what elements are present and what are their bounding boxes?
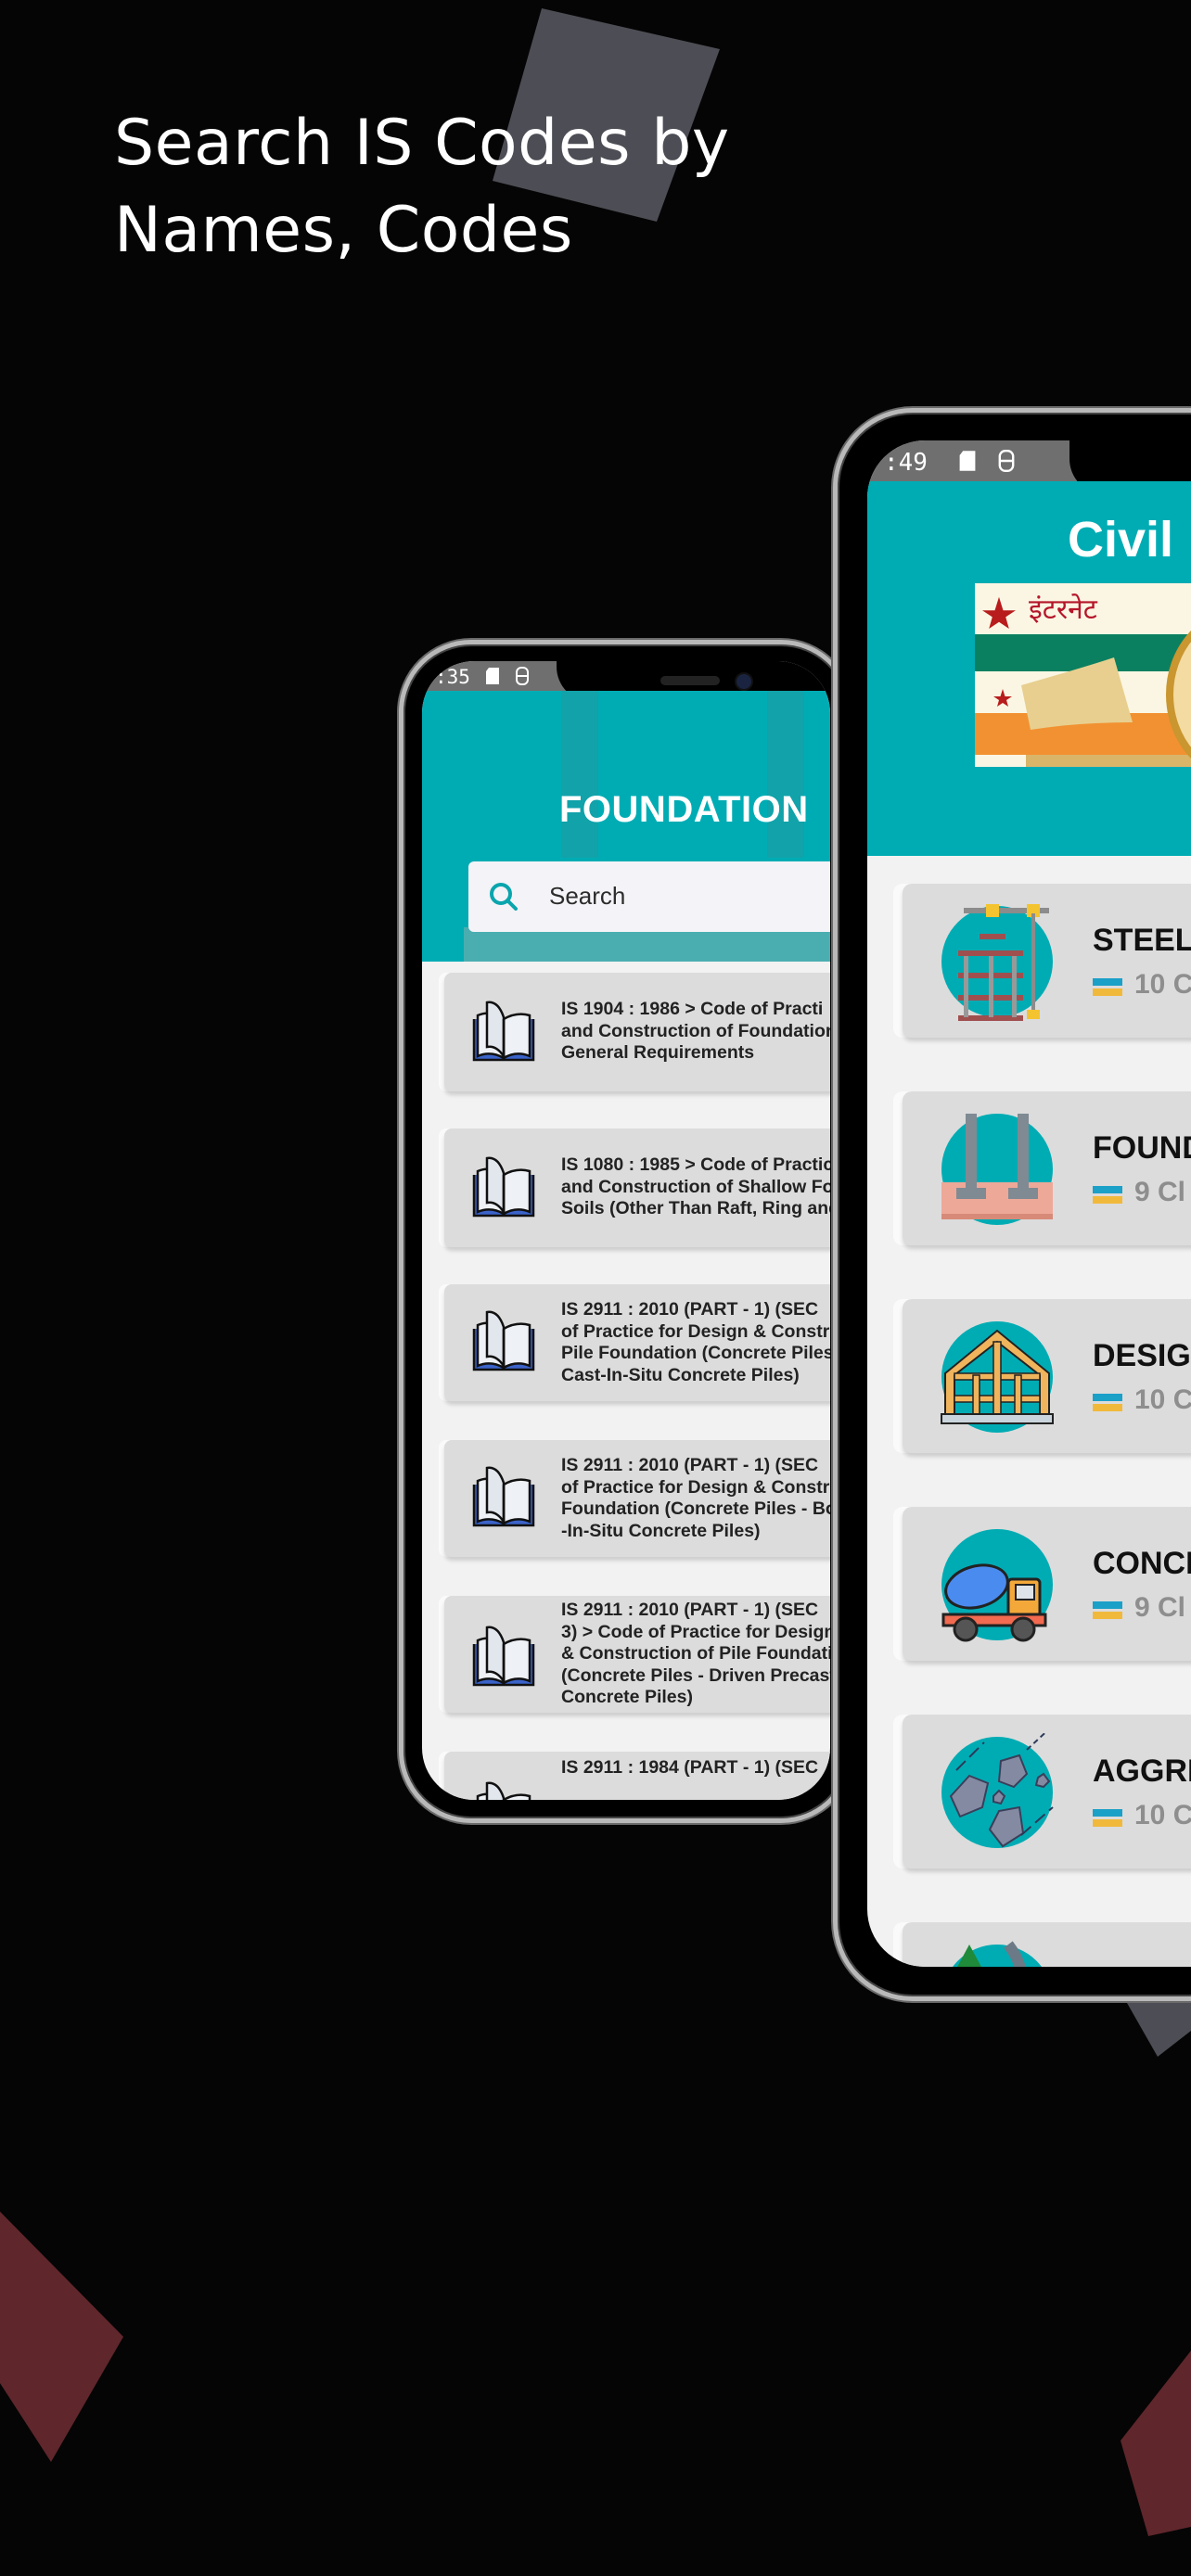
aggregate-stones-icon	[941, 1733, 1054, 1848]
phone-mockup-foundation: :35 FOUNDATION Search IS 1904: 1986 > C…	[399, 640, 853, 1823]
sim-icon	[515, 667, 530, 690]
foundation-icon	[941, 1114, 1053, 1225]
list-item[interactable]: IS 2911 : 1984 (PART - 1) (SEC	[444, 1752, 830, 1800]
book-icon	[472, 1156, 535, 1218]
chapters-icon	[1093, 978, 1122, 996]
road-icon	[953, 1941, 1042, 1967]
concrete-mixer-truck-icon	[941, 1529, 1053, 1642]
phone-mockup-home: :49 Civil इंटरनेट STEEL 10 C FOUN 9 Cl D…	[833, 408, 1191, 2001]
speaker	[660, 676, 720, 685]
search-placeholder: Search	[549, 882, 626, 910]
category-count: 9 Cl	[1134, 1177, 1186, 1207]
book-icon	[472, 1781, 535, 1800]
foundation-screen: :35 FOUNDATION Search IS 1904: 1986 > C…	[422, 661, 830, 1800]
category-name: STEEL	[1093, 923, 1191, 958]
code-title: IS 2911 : 2010 (PART - 1) (SEC 3) > Code…	[561, 1600, 830, 1707]
foundation-header: FOUNDATION Search	[422, 691, 830, 962]
deco-shape-red-left	[0, 2212, 123, 2462]
camera	[735, 672, 753, 691]
code-title: IS 2911 : 2010 (PART - 1) (SEC of Practi…	[561, 1455, 830, 1541]
sd-card-icon	[485, 667, 500, 690]
page-title: FOUNDATION	[559, 789, 809, 830]
code-title: IS 2911 : 2010 (PART - 1) (SEC of Practi…	[561, 1299, 830, 1385]
sd-card-icon	[958, 450, 977, 477]
book-icon	[472, 1466, 535, 1527]
category-item-aggregate[interactable]: AGGRE 10 C	[903, 1715, 1191, 1868]
category-count: 10 C	[1134, 1384, 1191, 1415]
status-time: :49	[884, 449, 928, 477]
code-title: IS 1904 : 1986 > Code of Practi and Cons…	[561, 999, 830, 1063]
header-bg-column	[767, 691, 804, 858]
category-item-steel[interactable]: STEEL 10 C	[903, 884, 1191, 1038]
deco-shape-gray-bottom	[1127, 1998, 1191, 2057]
book-icon	[472, 1626, 535, 1687]
category-name: DESIGI	[1093, 1338, 1191, 1373]
category-name: FOUND	[1093, 1130, 1191, 1166]
category-count: 10 C	[1134, 969, 1191, 1000]
banner-hindi-text: इंटरनेट	[1029, 593, 1097, 626]
book-icon	[472, 1310, 535, 1371]
chapters-icon	[1093, 1394, 1122, 1411]
roof-truss-icon	[941, 1321, 1054, 1433]
category-item-design[interactable]: DESIGI 10 C	[903, 1299, 1191, 1453]
list-item[interactable]: IS 2911 : 2010 (PART - 1) (SEC 3) > Code…	[444, 1596, 830, 1713]
status-time: :35	[435, 666, 470, 688]
app-title: Civil	[1068, 512, 1174, 567]
list-item[interactable]: IS 1080 : 1985 > Code of Practic and Con…	[444, 1129, 830, 1247]
headline: Search IS Codes by Names, Codes	[114, 100, 819, 274]
code-title: IS 2911 : 1984 (PART - 1) (SEC	[561, 1757, 819, 1778]
header-bg-column	[561, 691, 598, 858]
code-title: IS 1080 : 1985 > Code of Practic and Con…	[561, 1154, 830, 1218]
chapters-icon	[1093, 1809, 1122, 1827]
chapters-icon	[1093, 1186, 1122, 1204]
sim-icon	[997, 450, 1016, 477]
list-item[interactable]: IS 2911 : 2010 (PART - 1) (SEC of Practi…	[444, 1440, 830, 1557]
category-count: 9 Cl	[1134, 1592, 1186, 1623]
category-name: AGGRE	[1093, 1753, 1191, 1789]
header-bg-base	[464, 927, 830, 962]
list-item[interactable]: IS 1904 : 1986 > Code of Practi and Cons…	[444, 973, 830, 1091]
search-input[interactable]: Search	[468, 861, 830, 932]
headline-line-1: Search IS Codes by	[114, 107, 730, 180]
banner-image: इंटरनेट	[975, 583, 1191, 767]
home-screen: :49 Civil इंटरनेट STEEL 10 C FOUN 9 Cl D…	[867, 440, 1191, 1967]
deco-shape-red-right	[1121, 2351, 1191, 2536]
category-item-concrete[interactable]: CONCR 9 Cl	[903, 1507, 1191, 1661]
category-item-road[interactable]	[903, 1922, 1191, 1967]
headline-line-2: Names, Codes	[114, 194, 573, 267]
book-icon	[472, 1001, 535, 1062]
home-header: Civil इंटरनेट	[867, 481, 1191, 856]
list-item[interactable]: IS 2911 : 2010 (PART - 1) (SEC of Practi…	[444, 1284, 830, 1401]
category-count: 10 C	[1134, 1800, 1191, 1830]
category-item-foundation[interactable]: FOUND 9 Cl	[903, 1091, 1191, 1245]
steel-structure-icon	[941, 904, 1053, 1021]
search-icon	[490, 883, 518, 911]
category-name: CONCR	[1093, 1546, 1191, 1581]
chapters-icon	[1093, 1601, 1122, 1619]
